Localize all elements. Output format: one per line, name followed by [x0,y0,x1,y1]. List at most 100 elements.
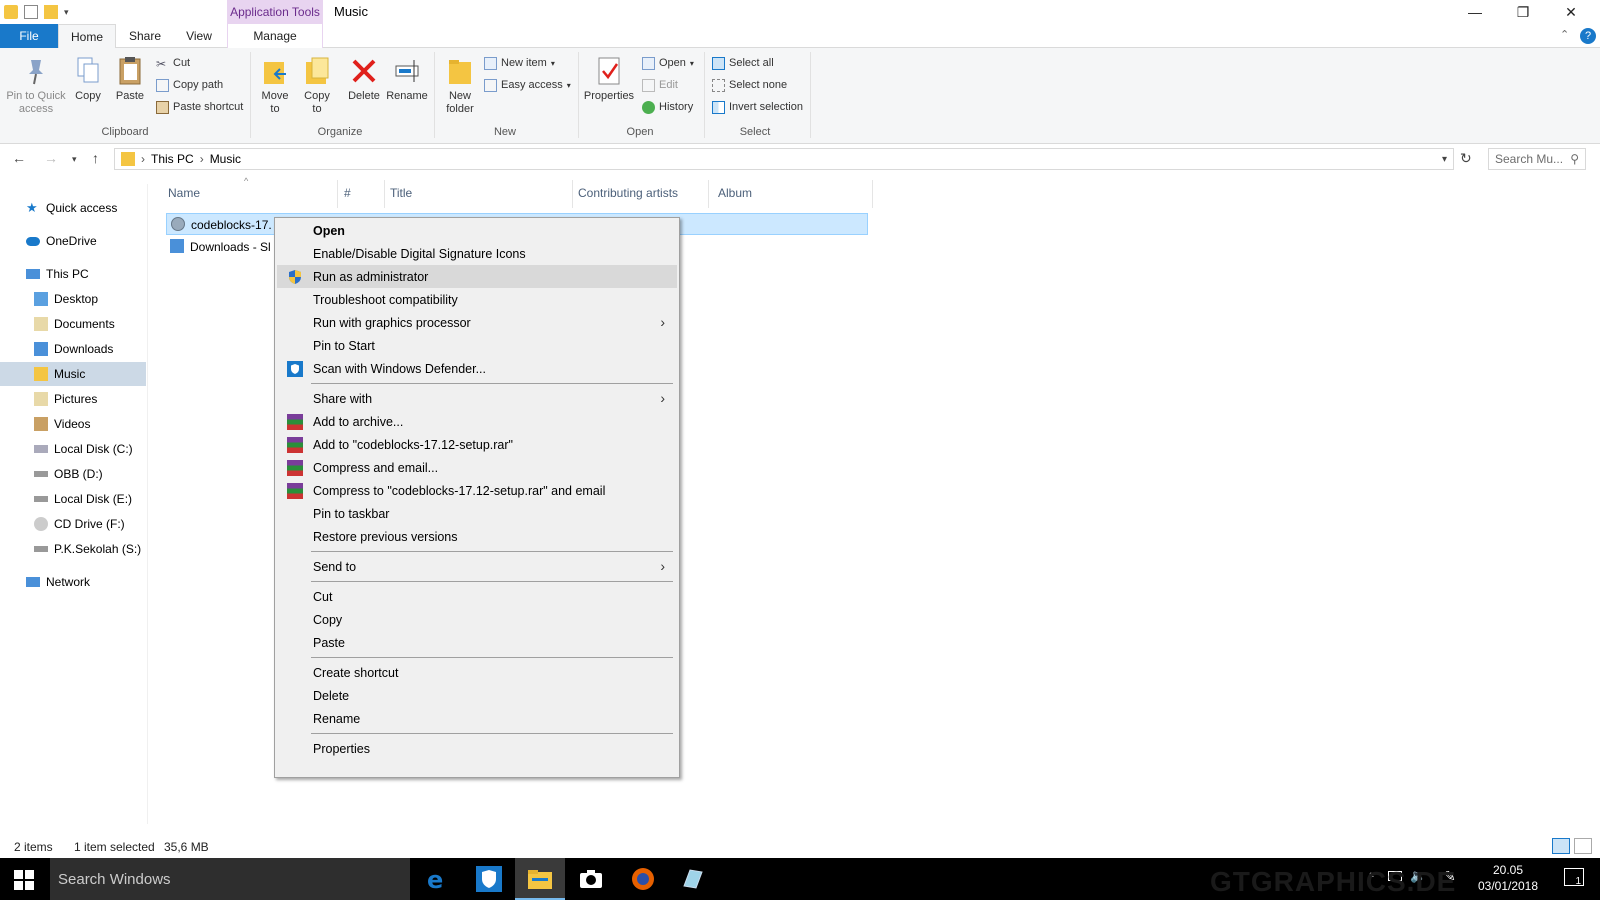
details-view-icon[interactable] [1552,838,1570,854]
nav-downloads[interactable]: Downloads [0,337,146,361]
nav-onedrive[interactable]: OneDrive [0,229,146,253]
menu-run-graphics-processor[interactable]: Run with graphics processor › [277,311,677,334]
recent-dropdown-icon[interactable]: ▾ [72,154,77,165]
column-divider[interactable] [708,180,709,208]
column-header-number[interactable]: # [344,186,351,200]
maximize-button[interactable]: ❐ [1500,0,1546,24]
properties-qat-icon[interactable] [24,5,38,19]
address-dropdown-icon[interactable]: ▾ [1442,154,1447,165]
menu-scan-windows-defender[interactable]: Scan with Windows Defender... [277,357,677,380]
nav-pk-sekolah-s[interactable]: P.K.Sekolah (S:) [0,537,146,561]
refresh-icon[interactable]: ↻ [1460,150,1472,167]
menu-pin-to-taskbar[interactable]: Pin to taskbar [277,502,677,525]
firefox-icon[interactable] [630,866,656,892]
file-row-downloads-shortcut[interactable]: Downloads - Sl [166,236,276,258]
menu-restore-previous-versions[interactable]: Restore previous versions [277,525,677,548]
edit-button[interactable]: Edit [642,76,678,94]
defender-taskbar-icon[interactable] [476,866,502,892]
new-item-button[interactable]: New item ▾ [484,54,555,72]
nav-documents[interactable]: Documents [0,312,146,336]
properties-button[interactable]: Properties [582,56,636,103]
up-arrow-icon[interactable]: ↑ [92,150,99,166]
menu-copy[interactable]: Copy [277,608,677,631]
breadcrumb-music[interactable]: Music [210,152,241,166]
large-icons-view-icon[interactable] [1574,838,1592,854]
pin-quick-access-button[interactable]: Pin to Quick access [4,56,68,116]
column-divider[interactable] [337,180,338,208]
menu-create-shortcut[interactable]: Create shortcut [277,661,677,684]
close-button[interactable]: ✕ [1548,0,1594,24]
column-header-album[interactable]: Album [718,186,752,200]
history-button[interactable]: History [642,98,693,116]
address-bar[interactable]: › This PC › Music ▾ [114,148,1454,170]
copy-to-button[interactable]: Copy to [300,56,334,116]
app-taskbar-icon[interactable] [680,866,706,892]
menu-rename[interactable]: Rename [277,707,677,730]
menu-compress-rar-email[interactable]: Compress to "codeblocks-17.12-setup.rar"… [277,479,677,502]
windows-start-icon[interactable] [14,870,34,890]
collapse-ribbon-icon[interactable]: ⌃ [1560,28,1569,41]
help-icon[interactable]: ? [1580,28,1596,44]
menu-cut[interactable]: Cut [277,585,677,608]
nav-pictures[interactable]: Pictures [0,387,146,411]
column-divider[interactable] [872,180,873,208]
tab-manage[interactable]: Manage [227,24,323,48]
menu-open[interactable]: Open [277,219,677,242]
open-button[interactable]: Open ▾ [642,54,694,72]
menu-add-to-rar[interactable]: Add to "codeblocks-17.12-setup.rar" [277,433,677,456]
easy-access-button[interactable]: Easy access ▾ [484,76,571,94]
camera-icon[interactable] [578,866,604,892]
menu-compress-and-email[interactable]: Compress and email... [277,456,677,479]
new-folder-qat-icon[interactable] [44,5,58,19]
menu-run-as-administrator[interactable]: Run as administrator [277,265,677,288]
nav-obb-d[interactable]: OBB (D:) [0,462,146,486]
tab-view[interactable]: View [174,24,224,48]
tab-file[interactable]: File [0,24,58,48]
menu-share-with[interactable]: Share with › [277,387,677,410]
file-explorer-icon[interactable] [527,866,553,892]
column-header-name[interactable]: Name [168,186,200,200]
column-divider[interactable] [384,180,385,208]
copy-path-button[interactable]: Copy path [156,76,223,94]
nav-desktop[interactable]: Desktop [0,287,146,311]
column-header-title[interactable]: Title [390,186,412,200]
paste-button[interactable]: Paste [112,56,148,103]
nav-music[interactable]: Music [0,362,146,386]
tab-share[interactable]: Share [116,24,174,48]
back-arrow-icon[interactable]: ← [12,150,26,166]
menu-delete[interactable]: Delete [277,684,677,707]
nav-local-disk-c[interactable]: Local Disk (C:) [0,437,146,461]
menu-properties[interactable]: Properties [277,737,677,760]
search-input[interactable]: Search Mu... ⚲ [1488,148,1586,170]
menu-pin-to-start[interactable]: Pin to Start [277,334,677,357]
tab-home[interactable]: Home [58,24,116,49]
select-all-button[interactable]: Select all [712,54,774,72]
forward-arrow-icon[interactable]: → [44,150,58,166]
menu-digital-signature[interactable]: Enable/Disable Digital Signature Icons [277,242,677,265]
select-none-button[interactable]: Select none [712,76,787,94]
move-to-button[interactable]: Move to [258,56,292,116]
rename-button[interactable]: Rename [386,56,428,103]
nav-cd-drive-f[interactable]: CD Drive (F:) [0,512,146,536]
taskbar-search-input[interactable]: Search Windows [50,858,410,900]
nav-quick-access[interactable]: ★ Quick access [0,196,146,220]
menu-troubleshoot-compatibility[interactable]: Troubleshoot compatibility [277,288,677,311]
invert-selection-button[interactable]: Invert selection [712,98,803,116]
delete-button[interactable]: Delete [344,56,384,103]
copy-button[interactable]: Copy [70,56,106,103]
nav-this-pc[interactable]: This PC [0,262,146,286]
nav-network[interactable]: Network [0,570,146,594]
nav-local-disk-e[interactable]: Local Disk (E:) [0,487,146,511]
clock[interactable]: 20.05 03/01/2018 [1468,862,1548,894]
column-divider[interactable] [572,180,573,208]
menu-paste[interactable]: Paste [277,631,677,654]
action-center-icon[interactable]: 1 [1564,868,1584,887]
cut-button[interactable]: ✂ Cut [156,54,190,72]
column-header-artists[interactable]: Contributing artists [578,186,678,200]
paste-shortcut-button[interactable]: Paste shortcut [156,98,243,116]
breadcrumb-this-pc[interactable]: This PC [151,152,194,166]
menu-send-to[interactable]: Send to › [277,555,677,578]
edge-icon[interactable]: e [424,866,450,894]
nav-videos[interactable]: Videos [0,412,146,436]
menu-add-to-archive[interactable]: Add to archive... [277,410,677,433]
